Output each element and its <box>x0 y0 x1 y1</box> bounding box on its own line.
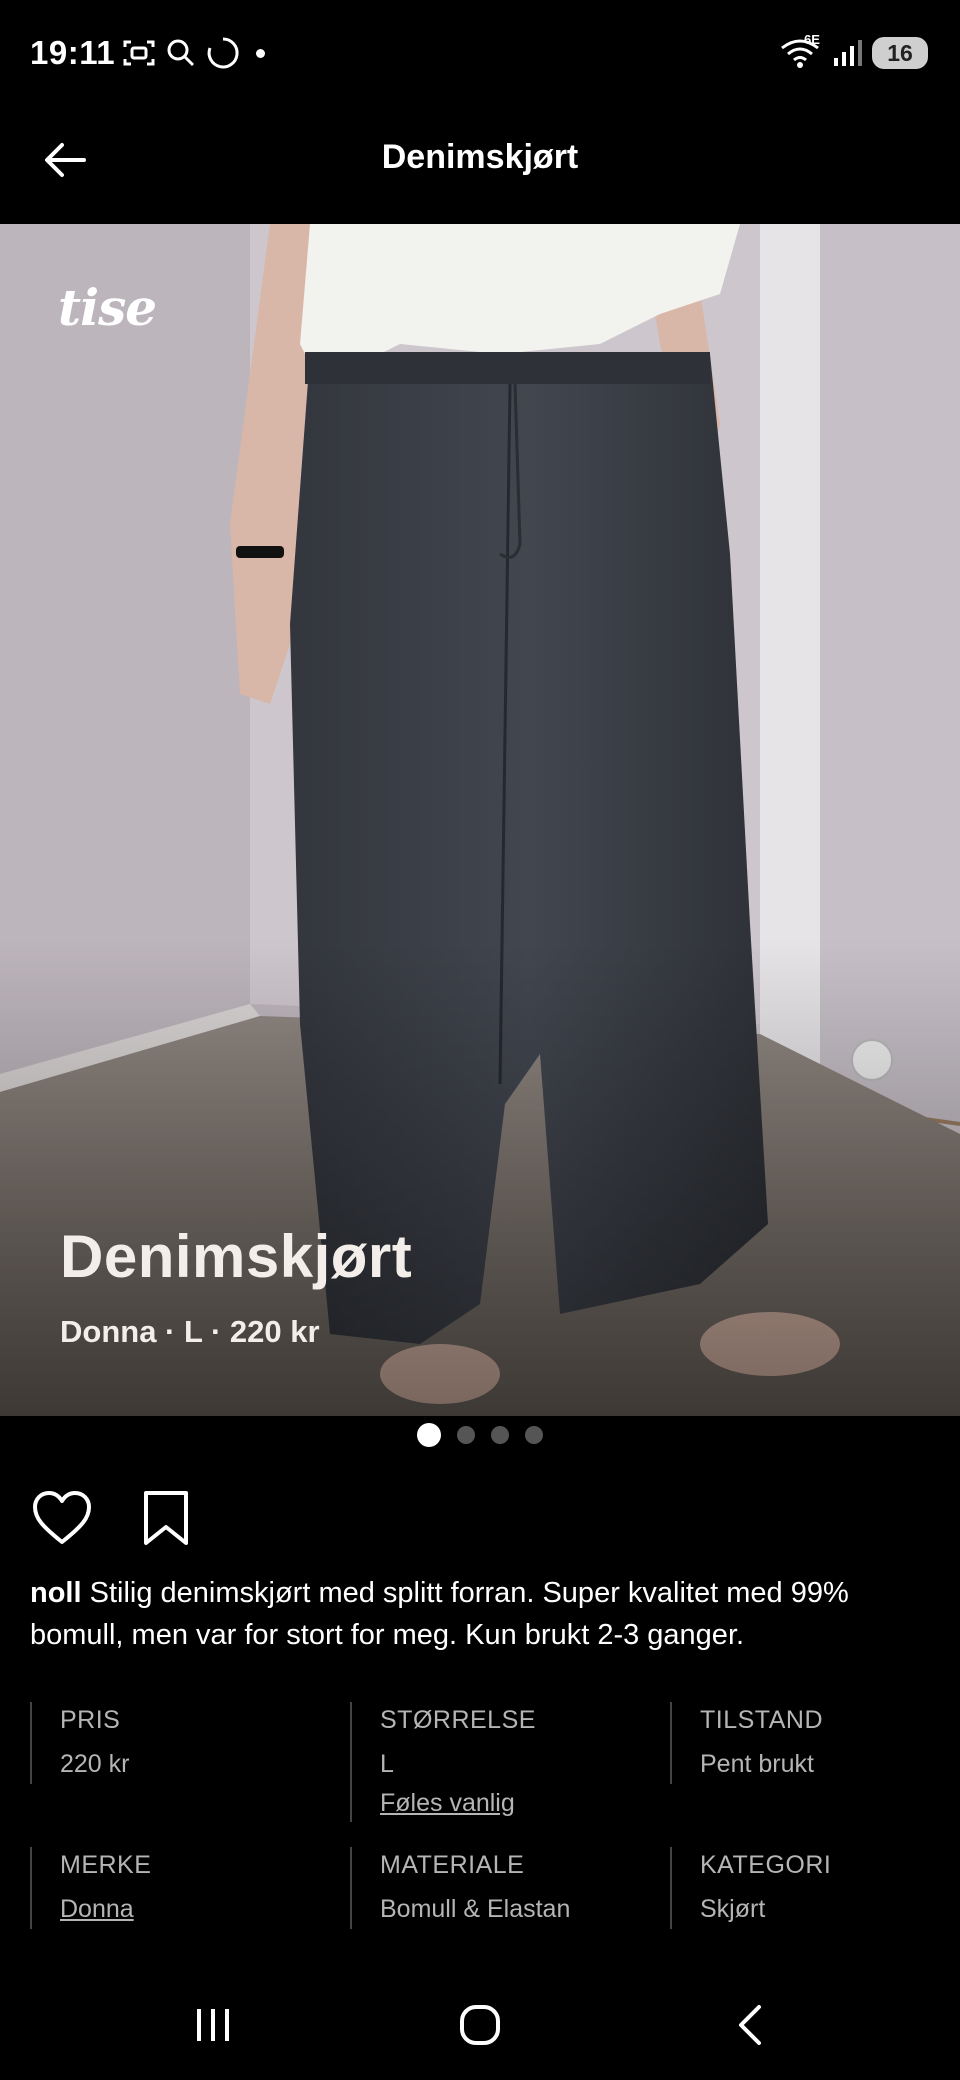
status-system-icons: 6E 16 <box>780 32 928 70</box>
detail-value: L <box>380 1750 394 1778</box>
status-time: 19:11 <box>30 34 116 71</box>
app-header: Denimskjørt <box>0 100 960 224</box>
detail-label: KATEGORI <box>700 1851 832 1879</box>
brand-link[interactable]: Donna <box>60 1889 360 1929</box>
status-bar: 19:11 6E 16 <box>0 0 960 100</box>
listing-actions <box>30 1486 198 1550</box>
seller-username[interactable]: noll <box>30 1577 82 1609</box>
hero-title: Denimskjørt <box>60 1223 413 1290</box>
detail-condition: TILSTAND Pent brukt <box>670 1702 960 1784</box>
loading-icon <box>207 37 239 69</box>
detail-value: Bomull & Elastan <box>380 1895 571 1923</box>
screenshot-icon <box>123 40 155 66</box>
size-fit-link[interactable]: Føles vanlig <box>380 1784 680 1822</box>
tise-logo: tise <box>58 278 157 337</box>
system-back-button[interactable] <box>705 1990 795 2060</box>
recent-apps-button[interactable] <box>168 1990 258 2060</box>
detail-label: MERKE <box>60 1851 152 1879</box>
detail-value: Skjørt <box>700 1895 766 1923</box>
system-navigation-bar <box>0 1970 960 2080</box>
detail-price: PRIS 220 kr <box>30 1702 360 1784</box>
detail-value: 220 kr <box>60 1750 130 1778</box>
detail-size: STØRRELSE L Føles vanlig <box>350 1702 680 1822</box>
carousel-dot[interactable] <box>457 1426 475 1444</box>
listing-description: noll Stilig denimskjørt med splitt forra… <box>30 1572 940 1656</box>
detail-label: MATERIALE <box>380 1851 525 1879</box>
detail-label: PRIS <box>60 1706 121 1734</box>
chevron-left-icon <box>739 2005 761 2045</box>
detail-brand: MERKE Donna <box>30 1847 360 1929</box>
like-button[interactable] <box>30 1486 94 1550</box>
wifi-icon: 6E <box>780 32 824 70</box>
detail-label: TILSTAND <box>700 1706 823 1734</box>
bookmark-icon <box>144 1491 188 1545</box>
network-type-label: 6E <box>804 32 820 47</box>
search-icon <box>167 39 195 67</box>
detail-value: Pent brukt <box>700 1750 814 1778</box>
description-text: Stilig denimskjørt med splitt forran. Su… <box>30 1577 849 1651</box>
signal-icon <box>834 40 862 66</box>
carousel-indicator <box>0 1423 960 1447</box>
product-image-carousel[interactable]: tise Denimskjørt Donna · L · 220 kr <box>0 224 960 1416</box>
notification-dot-icon <box>256 48 265 58</box>
home-button[interactable] <box>435 1990 525 2060</box>
heart-icon <box>33 1491 91 1544</box>
battery-indicator: 16 <box>872 37 928 69</box>
detail-category: KATEGORI Skjørt <box>670 1847 960 1929</box>
carousel-dot[interactable] <box>491 1426 509 1444</box>
hero-subtitle: Donna · L · 220 kr <box>60 1314 320 1349</box>
home-icon <box>460 2005 500 2045</box>
detail-label: STØRRELSE <box>380 1706 536 1734</box>
status-notification-icons <box>122 36 265 70</box>
save-button[interactable] <box>134 1486 198 1550</box>
page-title: Denimskjørt <box>381 138 579 176</box>
carousel-dot[interactable] <box>525 1426 543 1444</box>
carousel-dot[interactable] <box>417 1423 441 1447</box>
detail-material: MATERIALE Bomull & Elastan <box>350 1847 680 1929</box>
recent-apps-icon <box>197 2009 229 2041</box>
